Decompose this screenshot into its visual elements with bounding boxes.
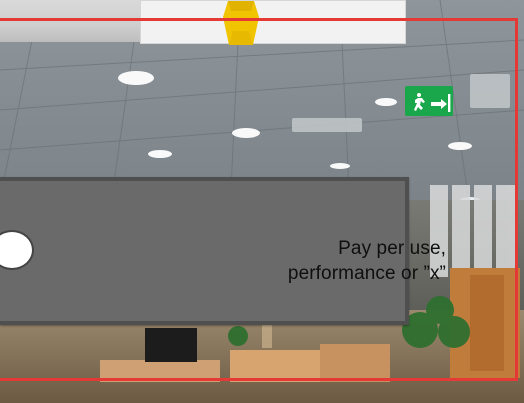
slide-canvas: Pay per use, performance or ”x” [0, 0, 524, 403]
top-left-thumbnail [0, 0, 142, 42]
callout-text: Pay per use, performance or ”x” [186, 236, 446, 286]
callout-line-2: performance or ”x” [287, 263, 446, 284]
dress-icon [223, 1, 259, 45]
exit-sign-icon [405, 86, 453, 116]
top-product-card [140, 0, 406, 45]
callout-line-1: Pay per use, [338, 238, 446, 259]
